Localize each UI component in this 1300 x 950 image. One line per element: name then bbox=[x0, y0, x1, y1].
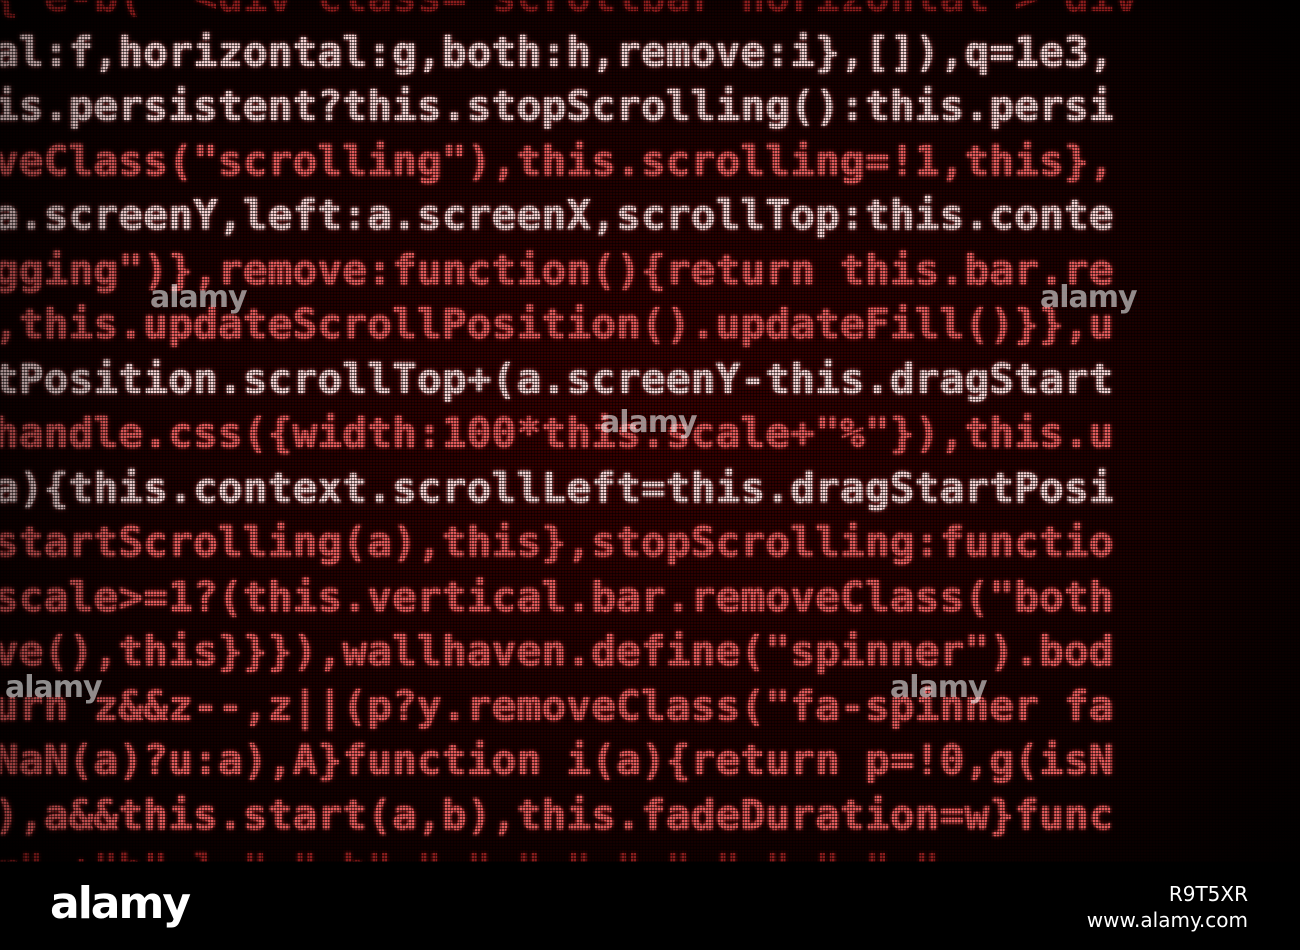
code-line: handle.css({width:100*this.scale+"%"}),t… bbox=[0, 409, 1114, 457]
code-line: a){this.context.scrollLeft=this.dragStar… bbox=[0, 463, 1114, 512]
image-id: R9T5XR bbox=[1168, 882, 1248, 906]
code-line: gging")},remove:function(){return this.b… bbox=[0, 245, 1114, 294]
site-url: www.alamy.com bbox=[1086, 908, 1248, 932]
footer-bar bbox=[0, 862, 1300, 950]
code-line: tPosition.scrollTop+(a.screenY-this.drag… bbox=[0, 354, 1114, 403]
code-line: startScrolling(a),this},stopScrolling:fu… bbox=[0, 518, 1114, 566]
code-text-block: { e-b(' <div class= scrollbar horizontal… bbox=[0, 0, 1300, 862]
code-line: a.screenY,left:a.screenX,scrollTop:this.… bbox=[0, 191, 1114, 239]
code-line: { e-b(' <div class= scrollbar horizontal… bbox=[0, 0, 1300, 25]
code-line: urn z&&z--,z||(p?y.removeClass("fa-spinn… bbox=[0, 681, 1114, 730]
code-line: al:f,horizontal:g,both:h,remove:i},[]),q… bbox=[0, 27, 1114, 76]
code-line: ve(),this}}}),wallhaven.define("spinner"… bbox=[0, 627, 1114, 675]
code-line: r" +"b" l " " b" " " " " " " " " " " " bbox=[0, 842, 1300, 862]
code-screen-photo: { e-b(' <div class= scrollbar horizontal… bbox=[0, 0, 1300, 862]
code-line: scale>=1?(this.vertical.bar.removeClass(… bbox=[0, 572, 1114, 621]
code-line: is.persistent?this.stopScrolling():this.… bbox=[0, 82, 1114, 130]
code-line: veClass("scrolling"),this.scrolling=!1,t… bbox=[0, 136, 1114, 185]
code-line: NaN(a)?u:a),A}function i(a){return p=!0,… bbox=[0, 736, 1114, 784]
code-line: ),a&&this.start(a,b),this.fadeDuration=w… bbox=[0, 790, 1114, 839]
code-line: ,this.updateScrollPosition().updateFill(… bbox=[0, 300, 1114, 348]
alamy-logo: alamy bbox=[50, 878, 191, 929]
